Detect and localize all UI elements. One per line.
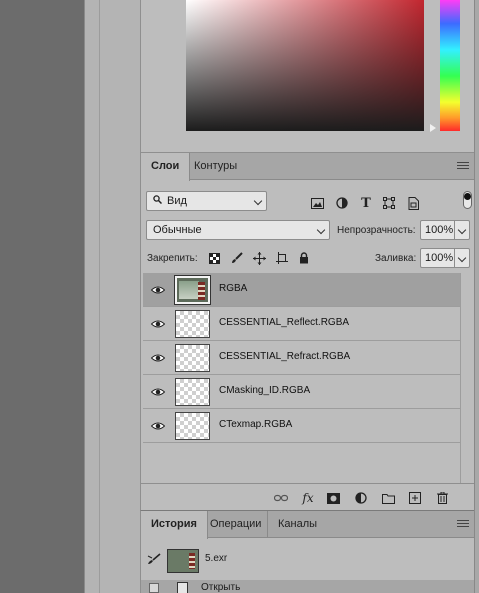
lock-transparent-pixels-icon[interactable] bbox=[207, 251, 221, 265]
new-adjustment-layer-icon[interactable] bbox=[353, 490, 369, 506]
tab-history[interactable]: История bbox=[141, 511, 208, 539]
canvas-workspace bbox=[0, 0, 84, 593]
color-field[interactable] bbox=[186, 0, 424, 131]
smart-object-filter-icon[interactable] bbox=[405, 195, 421, 211]
layer-row[interactable]: CESSENTIAL_Reflect.RGBA bbox=[143, 307, 460, 341]
fill-input[interactable]: 100% bbox=[420, 248, 470, 268]
fill-label: Заливка: bbox=[375, 253, 417, 264]
tab-paths[interactable]: Контуры bbox=[184, 153, 247, 180]
layer-row[interactable]: CTexmap.RGBA bbox=[143, 409, 460, 443]
new-group-folder-icon[interactable] bbox=[380, 490, 396, 506]
panel-gutter bbox=[84, 0, 140, 593]
lock-image-pixels-icon[interactable] bbox=[230, 251, 244, 265]
snapshot-name[interactable]: 5.exr bbox=[205, 553, 227, 564]
layer-name: RGBA bbox=[219, 283, 248, 294]
eye-icon[interactable] bbox=[151, 352, 165, 364]
lock-position-icon[interactable] bbox=[252, 251, 266, 265]
layer-row[interactable]: CESSENTIAL_Refract.RGBA bbox=[143, 341, 460, 375]
type-layer-filter-icon[interactable]: T bbox=[358, 195, 374, 211]
panel-edge bbox=[474, 0, 479, 593]
filter-toggle[interactable] bbox=[463, 191, 472, 209]
layers-tabs: Слои Контуры bbox=[141, 153, 475, 181]
layer-filter-select[interactable]: Вид bbox=[146, 191, 267, 211]
lock-artboard-icon[interactable] bbox=[275, 251, 289, 265]
lock-label: Закрепить: bbox=[147, 253, 198, 264]
chevron-down-icon bbox=[316, 225, 326, 235]
layer-name: CESSENTIAL_Refract.RGBA bbox=[219, 351, 351, 362]
history-step[interactable]: Открыть bbox=[141, 580, 475, 593]
opacity-value: 100% bbox=[425, 224, 454, 236]
history-panel: История Операции Каналы 5.exr Открыть bbox=[140, 510, 475, 593]
document-icon bbox=[177, 582, 188, 593]
chevron-down-icon bbox=[253, 196, 263, 206]
hue-slider-handle[interactable] bbox=[430, 124, 436, 132]
tab-actions[interactable]: Операции bbox=[200, 511, 271, 538]
panel-menu-icon[interactable] bbox=[457, 520, 469, 529]
eye-icon[interactable] bbox=[151, 420, 165, 432]
add-mask-icon[interactable] bbox=[325, 490, 341, 506]
lock-all-icon[interactable] bbox=[297, 251, 311, 265]
layer-thumbnail bbox=[175, 378, 210, 406]
tab-channels[interactable]: Каналы bbox=[267, 511, 327, 538]
layer-name: CMasking_ID.RGBA bbox=[219, 385, 311, 396]
panel-menu-icon[interactable] bbox=[457, 162, 469, 171]
layer-list-scrollbar[interactable] bbox=[460, 273, 474, 483]
layer-row[interactable]: CMasking_ID.RGBA bbox=[143, 375, 460, 409]
layers-action-bar: fx bbox=[141, 483, 475, 511]
layer-thumbnail bbox=[175, 310, 210, 338]
layer-name: CESSENTIAL_Reflect.RGBA bbox=[219, 317, 350, 328]
layers-panel: Слои Контуры Вид T Обычные Непрозрачност… bbox=[140, 152, 475, 511]
layer-thumbnail bbox=[174, 275, 211, 305]
layer-name: CTexmap.RGBA bbox=[219, 419, 293, 430]
pixel-layer-filter-icon[interactable] bbox=[309, 195, 325, 211]
adjustment-layer-filter-icon[interactable] bbox=[334, 195, 350, 211]
eye-icon[interactable] bbox=[151, 386, 165, 398]
layer-list: RGBA CESSENTIAL_Reflect.RGBA CESSENTIAL_… bbox=[143, 273, 460, 443]
eye-icon[interactable] bbox=[151, 284, 165, 296]
link-layers-icon[interactable] bbox=[273, 490, 289, 506]
history-tabs: История Операции Каналы bbox=[141, 511, 475, 539]
hue-slider[interactable] bbox=[440, 0, 460, 131]
eye-icon[interactable] bbox=[151, 318, 165, 330]
layer-filter-value: Вид bbox=[167, 195, 187, 207]
layer-thumbnail bbox=[175, 412, 210, 440]
search-icon bbox=[153, 192, 163, 210]
trash-icon[interactable] bbox=[434, 490, 450, 506]
blend-mode-select[interactable]: Обычные bbox=[146, 220, 330, 240]
history-checkbox[interactable] bbox=[149, 583, 159, 593]
history-step-label: Открыть bbox=[201, 582, 241, 593]
chevron-down-icon bbox=[457, 225, 467, 235]
opacity-input[interactable]: 100% bbox=[420, 220, 470, 240]
chevron-down-icon bbox=[457, 253, 467, 263]
layer-style-fx-icon[interactable]: fx bbox=[300, 490, 316, 506]
fill-value: 100% bbox=[425, 252, 454, 264]
blend-mode-value: Обычные bbox=[153, 224, 202, 236]
opacity-label: Непрозрачность: bbox=[337, 225, 416, 236]
tab-layers[interactable]: Слои bbox=[141, 153, 191, 181]
history-brush-icon[interactable] bbox=[147, 553, 161, 568]
new-layer-icon[interactable] bbox=[407, 490, 423, 506]
shape-layer-filter-icon[interactable] bbox=[381, 195, 397, 211]
layer-thumbnail bbox=[175, 344, 210, 372]
snapshot-thumbnail[interactable] bbox=[167, 549, 199, 573]
layer-row[interactable]: RGBA bbox=[143, 273, 460, 307]
